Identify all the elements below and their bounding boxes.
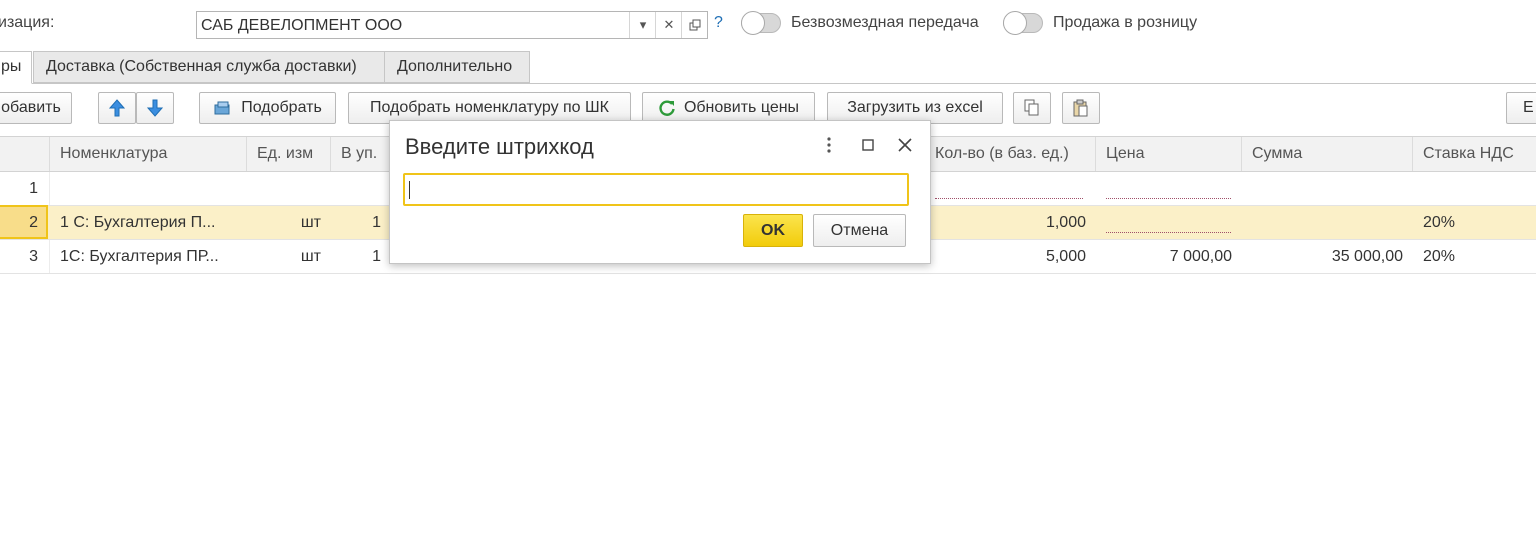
row-price[interactable]: 7 000,00 xyxy=(1096,240,1242,273)
col-sum[interactable]: Сумма xyxy=(1242,137,1413,171)
refresh-icon xyxy=(659,100,675,116)
toggle-retail-sale[interactable] xyxy=(1003,11,1043,35)
qty-placeholder xyxy=(935,198,1083,199)
col-vat[interactable]: Ставка НДС xyxy=(1413,137,1536,171)
refresh-prices-label: Обновить цены xyxy=(683,99,800,116)
dropdown-icon[interactable]: ▾ xyxy=(629,12,656,38)
more-actions-icon[interactable] xyxy=(819,135,839,155)
copy-icon xyxy=(1024,99,1039,116)
row-qty-base[interactable]: 1,000 xyxy=(925,206,1096,239)
col-pack[interactable]: В уп. xyxy=(331,137,391,171)
row-item[interactable]: 1С: Бухгалтерия ПР... xyxy=(50,240,247,273)
tab-goods[interactable]: ры xyxy=(0,51,32,84)
col-item[interactable]: Номенклатура xyxy=(50,137,247,171)
row-qty-base[interactable]: 5,000 xyxy=(925,240,1096,273)
organization-label: изация: xyxy=(0,14,55,31)
close-icon[interactable] xyxy=(895,135,915,155)
more-button-label: Е xyxy=(1523,99,1534,116)
row-pack[interactable]: 1 xyxy=(331,206,391,239)
paste-button[interactable] xyxy=(1062,92,1100,124)
help-icon[interactable]: ? xyxy=(714,14,723,32)
price-placeholder xyxy=(1106,198,1231,199)
row-unit[interactable]: шт xyxy=(247,206,331,239)
row-sum[interactable]: 35 000,00 xyxy=(1242,240,1413,273)
open-icon[interactable] xyxy=(681,12,708,38)
load-excel-label: Загрузить из excel xyxy=(847,99,983,116)
clear-icon[interactable]: ✕ xyxy=(655,12,682,38)
tabs-divider xyxy=(0,83,1536,84)
maximize-icon[interactable] xyxy=(858,135,878,155)
row-vat[interactable]: 20% xyxy=(1413,206,1533,239)
tab-additional[interactable]: Дополнительно xyxy=(384,51,530,83)
row-pack[interactable]: 1 xyxy=(331,240,391,273)
pick-button[interactable]: Подобрать xyxy=(199,92,336,124)
barcode-dialog: Введите штрихкод OK Отмена xyxy=(389,120,931,264)
pick-by-barcode-label: Подобрать номенклатуру по ШК xyxy=(369,99,609,116)
toggle-free-transfer[interactable] xyxy=(741,11,781,35)
arrow-down-icon xyxy=(147,99,163,117)
add-button-label: обавить xyxy=(1,99,61,116)
more-button[interactable]: Е xyxy=(1506,92,1536,124)
toggle-free-transfer-label: Безвозмездная передача xyxy=(791,14,979,31)
row-number: 3 xyxy=(29,248,38,265)
organization-field[interactable]: САБ ДЕВЕЛОПМЕНТ ООО ▾ ✕ xyxy=(196,11,708,39)
row-number: 2 xyxy=(29,214,38,231)
pick-goods-icon xyxy=(214,101,230,115)
tab-delivery[interactable]: Доставка (Собственная служба доставки) xyxy=(33,51,385,83)
organization-value: САБ ДЕВЕЛОПМЕНТ ООО xyxy=(201,17,403,34)
toggle-retail-sale-label: Продажа в розницу xyxy=(1053,14,1198,31)
copy-button[interactable] xyxy=(1013,92,1051,124)
move-down-button[interactable] xyxy=(136,92,174,124)
cancel-button[interactable]: Отмена xyxy=(813,214,906,247)
row-unit[interactable]: шт xyxy=(247,240,331,273)
add-button[interactable]: обавить xyxy=(0,92,72,124)
paste-icon xyxy=(1073,99,1088,117)
row-item[interactable]: 1 С: Бухгалтерия П... xyxy=(50,206,247,239)
col-unit[interactable]: Ед. изм xyxy=(247,137,331,171)
arrow-up-icon xyxy=(109,99,125,117)
barcode-input[interactable] xyxy=(403,173,909,206)
move-up-button[interactable] xyxy=(98,92,136,124)
pick-button-label: Подобрать xyxy=(241,99,322,116)
dialog-title: Введите штрихкод xyxy=(405,134,594,159)
col-price[interactable]: Цена xyxy=(1096,137,1242,171)
row-vat[interactable]: 20% xyxy=(1413,240,1533,273)
col-qty-base[interactable]: Кол-во (в баз. ед.) xyxy=(925,137,1096,171)
price-placeholder xyxy=(1106,232,1231,233)
col-number[interactable] xyxy=(0,137,50,171)
row-number: 1 xyxy=(29,180,38,197)
ok-button[interactable]: OK xyxy=(743,214,803,247)
text-caret xyxy=(409,181,410,199)
